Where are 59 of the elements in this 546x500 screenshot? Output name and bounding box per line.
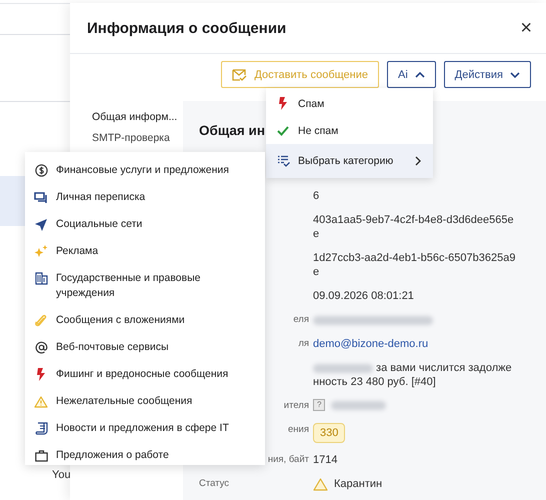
nav-tab[interactable]: SMTP-проверка — [92, 132, 183, 144]
checkmark-icon — [277, 126, 289, 136]
redacted-text — [313, 364, 373, 373]
category-item[interactable]: Финансовые услуги и предложения — [25, 157, 265, 184]
close-button[interactable]: × — [520, 16, 532, 40]
chevron-up-icon — [414, 72, 425, 78]
actions-button[interactable]: Действия — [444, 61, 531, 88]
field-label: еля — [293, 313, 309, 327]
category-item[interactable]: Предложения о работе — [25, 442, 265, 465]
redacted-text — [331, 400, 386, 410]
paperclip-icon — [35, 314, 47, 327]
paper-plane-icon — [35, 218, 47, 230]
ai-button[interactable]: Ai — [387, 61, 436, 88]
warning-icon — [34, 396, 48, 408]
chat-icon — [34, 192, 48, 204]
chevron-right-icon — [415, 156, 421, 166]
field-value: 1d27ccb3-aa2d-4eb1-b56c-6507b3625a9e — [313, 252, 516, 278]
field-label: ителя — [284, 399, 309, 413]
subject-text: за вами числится задолженность 23 480 руб. [#40] — [313, 362, 512, 388]
score-badge: 330 — [313, 423, 346, 443]
category-item[interactable]: Личная переписка — [25, 184, 265, 211]
category-item[interactable]: Сообщения с вложениями — [25, 307, 265, 334]
sparkle-icon — [34, 245, 48, 258]
category-item[interactable]: Социальные сети — [25, 211, 265, 238]
field-value: 09.09.2026 08:01:21 — [313, 290, 414, 302]
dollar-coin-icon — [34, 164, 48, 177]
status-text: Карантин — [334, 477, 382, 491]
category-item[interactable]: Нежелательные сообщения — [25, 388, 265, 415]
list-check-icon — [276, 155, 290, 167]
category-item[interactable]: Новости и предложения в сфере IT — [25, 415, 265, 442]
briefcase-icon — [34, 450, 48, 462]
category-item[interactable]: Государственные и правовые учреждения — [25, 265, 265, 307]
category-item[interactable]: Реклама — [25, 238, 265, 265]
dialog-title: Информация о сообщении — [87, 20, 286, 36]
at-sign-icon — [34, 341, 48, 354]
chevron-down-icon — [510, 72, 520, 78]
menu-item[interactable]: Выбрать категорию — [266, 144, 433, 178]
nav-tab[interactable]: Общая информ... — [92, 111, 183, 123]
warning-icon — [313, 478, 328, 490]
field-value: 1714 — [313, 454, 338, 466]
menu-item[interactable]: Спам — [266, 90, 433, 117]
envelope-check-icon — [232, 68, 248, 80]
newspaper-icon — [34, 422, 48, 435]
field-label: Статус — [199, 477, 230, 491]
category-item[interactable]: Фишинг и вредоносные сообщения — [25, 361, 265, 388]
footer-text: You — [52, 469, 71, 481]
menu-item[interactable]: Не спам — [266, 117, 433, 144]
field-label: ля — [298, 337, 309, 351]
building-icon — [34, 272, 48, 285]
field-label: ения — [288, 423, 309, 437]
email-link[interactable]: demo@bizone-demo.ru — [313, 338, 428, 350]
unknown-flag-badge: ? — [313, 399, 326, 411]
lightning-icon — [36, 368, 46, 381]
field-value: 6 — [313, 190, 320, 202]
category-item[interactable]: Веб-почтовые сервисы — [25, 334, 265, 361]
lightning-icon — [278, 97, 288, 110]
section-title: Общая ин — [199, 123, 265, 138]
field-value: 403a1aa5-9eb7-4c2f-b4e8-d3d6dee565ee — [313, 214, 514, 240]
field-label: ния, байт — [268, 453, 309, 467]
